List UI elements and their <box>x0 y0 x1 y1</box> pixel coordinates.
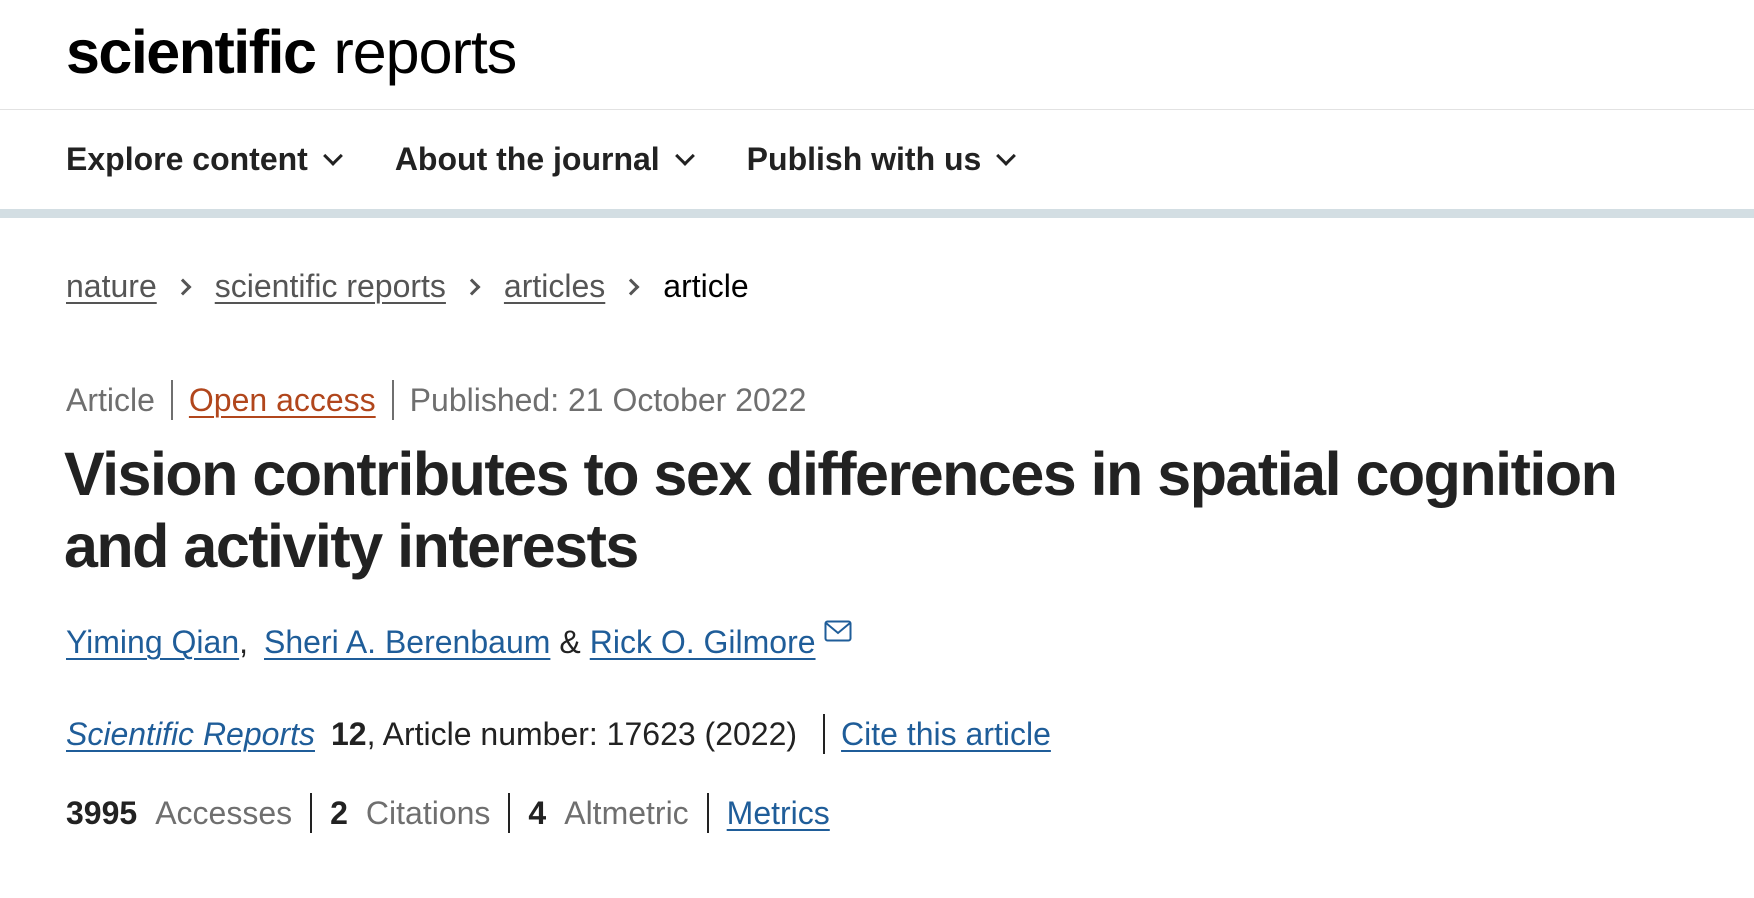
accesses-label: Accesses <box>155 794 293 831</box>
article-meta: Article Open access Published: 21 Octobe… <box>66 380 806 420</box>
metrics-link[interactable]: Metrics <box>727 795 830 832</box>
chevron-right-icon <box>622 278 640 295</box>
divider <box>823 714 826 754</box>
article-number: , Article number: 17623 (2022) <box>366 715 798 752</box>
breadcrumb-nature[interactable]: nature <box>66 268 157 305</box>
chevron-right-icon <box>463 278 481 295</box>
altmetric-label: Altmetric <box>564 794 689 831</box>
author-separator: & <box>559 624 581 660</box>
author-list: Yiming Qian , Sheri A. Berenbaum & Rick … <box>66 620 852 661</box>
chevron-down-icon <box>674 145 695 166</box>
altmetric-score: 4 <box>528 794 547 831</box>
breadcrumb: nature scientific reports articles artic… <box>66 268 749 305</box>
citations-count: 2 <box>330 794 348 831</box>
author-link[interactable]: Rick O. Gilmore <box>590 624 816 661</box>
divider <box>706 793 709 833</box>
breadcrumb-articles[interactable]: articles <box>504 268 605 305</box>
nav-about-journal[interactable]: About the journal <box>394 141 695 178</box>
accesses-count: 3995 <box>66 794 138 831</box>
chevron-down-icon <box>322 145 343 166</box>
metrics-bar: 3995 Accesses 2 Citations 4 Altmetric Me… <box>66 793 830 833</box>
mail-icon[interactable] <box>824 620 852 642</box>
author-link[interactable]: Yiming Qian <box>66 624 239 661</box>
divider <box>508 793 511 833</box>
logo-bold-text: scientific <box>66 18 317 86</box>
main-nav: Explore content About the journal Publis… <box>0 110 1754 218</box>
article-type: Article <box>66 381 155 418</box>
author-link[interactable]: Sheri A. Berenbaum <box>264 624 550 661</box>
open-access-link[interactable]: Open access <box>189 382 376 419</box>
nav-explore-content[interactable]: Explore content <box>66 141 343 178</box>
article-title: Vision contributes to sex differences in… <box>64 440 1618 580</box>
breadcrumb-current: article <box>663 268 749 304</box>
nav-item-label: About the journal <box>394 141 660 177</box>
site-header: scientific reports <box>0 0 1754 110</box>
divider <box>310 793 313 833</box>
journal-logo[interactable]: scientific reports <box>66 14 517 90</box>
chevron-right-icon <box>174 278 192 295</box>
nav-item-label: Publish with us <box>746 141 982 177</box>
divider <box>391 380 394 420</box>
cite-this-article-link[interactable]: Cite this article <box>841 716 1051 753</box>
breadcrumb-scientific-reports[interactable]: scientific reports <box>215 268 446 305</box>
volume: 12 <box>330 715 367 752</box>
nav-publish-with-us[interactable]: Publish with us <box>746 141 1017 178</box>
journal-link[interactable]: Scientific Reports <box>66 716 315 753</box>
divider <box>170 380 173 420</box>
author-separator: , <box>239 624 248 660</box>
citation-line: Scientific Reports 12 , Article number: … <box>66 714 1051 754</box>
published-date: Published: 21 October 2022 <box>409 381 807 418</box>
chevron-down-icon <box>996 145 1017 166</box>
citations-label: Citations <box>365 794 491 831</box>
nav-item-label: Explore content <box>66 141 308 177</box>
logo-light-text: reports <box>333 18 517 86</box>
